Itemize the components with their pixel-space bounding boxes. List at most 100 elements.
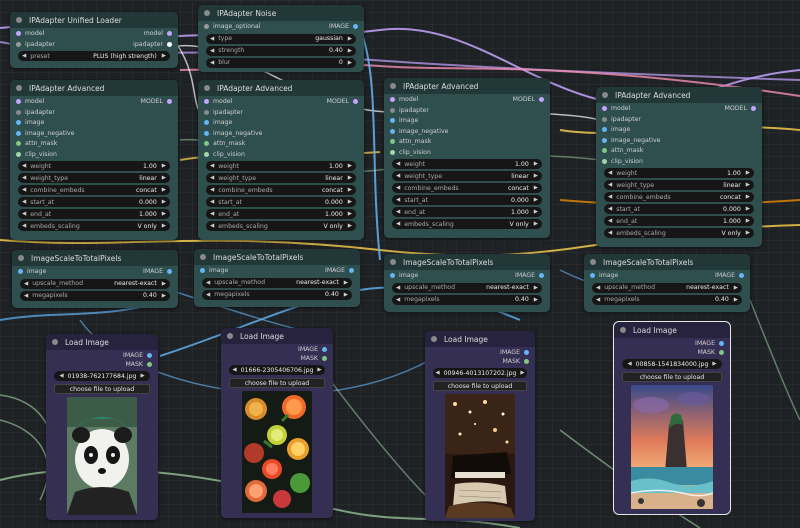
input-model[interactable]: model bbox=[204, 98, 232, 105]
output-model[interactable]: MODEL bbox=[327, 98, 358, 105]
decrement-arrow-icon[interactable]: ◀ bbox=[596, 297, 600, 303]
decrement-arrow-icon[interactable]: ◀ bbox=[24, 293, 28, 299]
node-header[interactable]: Load Image bbox=[221, 328, 333, 344]
decrement-arrow-icon[interactable]: ◀ bbox=[396, 297, 400, 303]
increment-arrow-icon[interactable]: ▶ bbox=[534, 209, 538, 215]
megapixels-widget[interactable]: ◀ megapixels 0.40 ▶ bbox=[392, 294, 542, 305]
increment-arrow-icon[interactable]: ▶ bbox=[348, 187, 352, 193]
decrement-arrow-icon[interactable]: ◀ bbox=[608, 230, 612, 236]
image-scale-node[interactable]: ImageScaleToTotalPixels image IMAGE ◀ upscal… bbox=[384, 254, 550, 312]
decrement-arrow-icon[interactable]: ◀ bbox=[396, 285, 400, 291]
upscale-method-widget[interactable]: ◀ upscale_method nearest-exact ▶ bbox=[20, 278, 170, 289]
node-header[interactable]: IPAdapter Unified Loader bbox=[10, 12, 178, 28]
upload-button[interactable]: choose file to upload bbox=[54, 384, 150, 394]
increment-arrow-icon[interactable]: ▶ bbox=[162, 211, 166, 217]
input-clip-vision[interactable]: clip_vision bbox=[390, 149, 431, 156]
input-model[interactable]: model bbox=[390, 96, 418, 103]
weight-widget[interactable]: ◀ weight 1.00 ▶ bbox=[604, 168, 754, 178]
ipadapter-noise-node[interactable]: IPAdapter Noise image_optional IMAGE ◀ ty… bbox=[198, 5, 364, 72]
embeds-scaling-widget[interactable]: ◀ embeds_scaling V only ▶ bbox=[206, 221, 356, 231]
input-image[interactable]: image bbox=[590, 272, 618, 279]
combine-embeds-widget[interactable]: ◀ combine_embeds concat ▶ bbox=[206, 185, 356, 195]
end-at-widget[interactable]: ◀ end_at 1.000 ▶ bbox=[604, 216, 754, 226]
ipadapter-advanced-node[interactable]: IPAdapter Advanced model MODEL ipadapter ima… bbox=[384, 78, 550, 238]
increment-arrow-icon[interactable]: ▶ bbox=[746, 218, 750, 224]
decrement-arrow-icon[interactable]: ◀ bbox=[396, 221, 400, 227]
input-clip-vision[interactable]: clip_vision bbox=[602, 158, 643, 165]
weight-widget[interactable]: ◀ weight 1.00 ▶ bbox=[206, 161, 356, 171]
weight-widget[interactable]: ◀ weight 1.00 ▶ bbox=[392, 159, 542, 169]
load-image-node[interactable]: Load Image IMAGE MASK ◀ 01666-2305406706.jpg… bbox=[221, 328, 333, 518]
decrement-arrow-icon[interactable]: ◀ bbox=[22, 211, 26, 217]
output-image[interactable]: IMAGE bbox=[715, 272, 744, 279]
upscale-method-widget[interactable]: ◀ upscale_method nearest-exact ▶ bbox=[202, 277, 352, 288]
ipadapter-advanced-node[interactable]: IPAdapter Advanced model MODEL ipadapter ima… bbox=[10, 80, 178, 240]
output-image[interactable]: IMAGE bbox=[329, 23, 358, 30]
input-ipadapter[interactable]: ipadapter bbox=[390, 107, 429, 114]
collapse-icon[interactable] bbox=[16, 85, 22, 91]
decrement-arrow-icon[interactable]: ◀ bbox=[59, 373, 63, 379]
upload-button[interactable]: choose file to upload bbox=[433, 381, 527, 391]
decrement-arrow-icon[interactable]: ◀ bbox=[210, 223, 214, 229]
input-image-negative[interactable]: image_negative bbox=[390, 128, 448, 135]
megapixels-widget[interactable]: ◀ megapixels 0.40 ▶ bbox=[202, 289, 352, 300]
weight-type-widget[interactable]: ◀ weight_type linear ▶ bbox=[604, 180, 754, 190]
output-mask[interactable]: MASK bbox=[697, 349, 724, 356]
decrement-arrow-icon[interactable]: ◀ bbox=[210, 211, 214, 217]
decrement-arrow-icon[interactable]: ◀ bbox=[22, 187, 26, 193]
node-header[interactable]: Load Image bbox=[46, 334, 158, 350]
decrement-arrow-icon[interactable]: ◀ bbox=[22, 53, 26, 59]
input-model[interactable]: model bbox=[16, 98, 44, 105]
increment-arrow-icon[interactable]: ▶ bbox=[162, 293, 166, 299]
input-attn-mask[interactable]: attn_mask bbox=[390, 138, 431, 145]
output-model[interactable]: MODEL bbox=[141, 98, 172, 105]
load-image-node[interactable]: Load Image IMAGE MASK ◀ 01938-762177684.jpg ▶… bbox=[46, 334, 158, 520]
decrement-arrow-icon[interactable]: ◀ bbox=[596, 285, 600, 291]
increment-arrow-icon[interactable]: ▶ bbox=[534, 297, 538, 303]
node-header[interactable]: ImageScaleToTotalPixels bbox=[584, 254, 750, 270]
decrement-arrow-icon[interactable]: ◀ bbox=[22, 163, 26, 169]
megapixels-widget[interactable]: ◀ megapixels 0.40 ▶ bbox=[592, 294, 742, 305]
increment-arrow-icon[interactable]: ▶ bbox=[348, 163, 352, 169]
increment-arrow-icon[interactable]: ▶ bbox=[140, 373, 144, 379]
increment-arrow-icon[interactable]: ▶ bbox=[520, 370, 524, 376]
upload-button[interactable]: choose file to upload bbox=[622, 372, 722, 382]
increment-arrow-icon[interactable]: ▶ bbox=[162, 187, 166, 193]
end-at-widget[interactable]: ◀ end_at 1.000 ▶ bbox=[206, 209, 356, 219]
collapse-icon[interactable] bbox=[602, 92, 608, 98]
collapse-icon[interactable] bbox=[204, 10, 210, 16]
upload-button[interactable]: choose file to upload bbox=[229, 378, 325, 388]
collapse-icon[interactable] bbox=[390, 83, 396, 89]
increment-arrow-icon[interactable]: ▶ bbox=[317, 367, 321, 373]
increment-arrow-icon[interactable]: ▶ bbox=[534, 197, 538, 203]
increment-arrow-icon[interactable]: ▶ bbox=[162, 53, 166, 59]
output-model[interactable]: model bbox=[144, 30, 172, 37]
decrement-arrow-icon[interactable]: ◀ bbox=[206, 292, 210, 298]
input-ipadapter[interactable]: ipadapter bbox=[16, 41, 55, 48]
input-image[interactable]: image bbox=[204, 119, 232, 126]
output-image[interactable]: IMAGE bbox=[325, 267, 354, 274]
output-image[interactable]: IMAGE bbox=[500, 349, 529, 356]
input-model[interactable]: model bbox=[602, 105, 630, 112]
output-image[interactable]: IMAGE bbox=[515, 272, 544, 279]
output-model[interactable]: MODEL bbox=[725, 105, 756, 112]
collapse-icon[interactable] bbox=[200, 254, 206, 260]
blur-number[interactable]: ◀ blur 0 ▶ bbox=[206, 57, 356, 68]
ipadapter-unified-loader-node[interactable]: IPAdapter Unified Loader model model ipa… bbox=[10, 12, 178, 68]
increment-arrow-icon[interactable]: ▶ bbox=[746, 230, 750, 236]
input-image[interactable]: image bbox=[390, 272, 418, 279]
increment-arrow-icon[interactable]: ▶ bbox=[534, 173, 538, 179]
collapse-icon[interactable] bbox=[620, 327, 626, 333]
collapse-icon[interactable] bbox=[390, 259, 396, 265]
embeds-scaling-widget[interactable]: ◀ embeds_scaling V only ▶ bbox=[392, 219, 542, 229]
weight-type-widget[interactable]: ◀ weight_type linear ▶ bbox=[392, 171, 542, 181]
node-header[interactable]: IPAdapter Advanced bbox=[384, 78, 550, 94]
output-image[interactable]: IMAGE bbox=[695, 340, 724, 347]
weight-type-widget[interactable]: ◀ weight_type linear ▶ bbox=[206, 173, 356, 183]
output-image[interactable]: IMAGE bbox=[298, 346, 327, 353]
upscale-method-widget[interactable]: ◀ upscale_method nearest-exact ▶ bbox=[592, 282, 742, 293]
input-attn-mask[interactable]: attn_mask bbox=[204, 140, 245, 147]
increment-arrow-icon[interactable]: ▶ bbox=[348, 199, 352, 205]
input-clip-vision[interactable]: clip_vision bbox=[16, 151, 57, 158]
input-image[interactable]: image bbox=[18, 268, 46, 275]
